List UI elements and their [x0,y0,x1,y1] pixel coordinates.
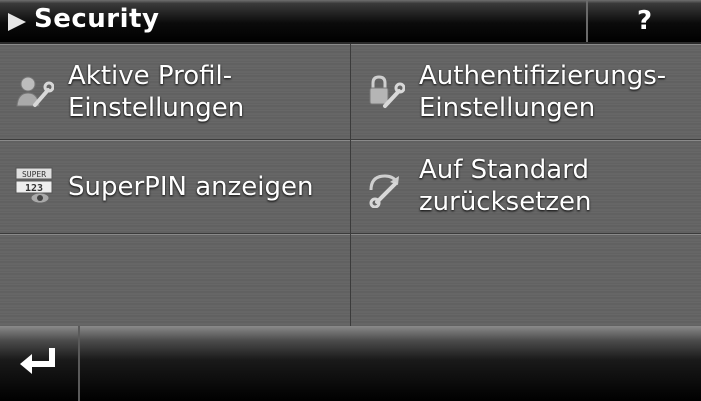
page-title: Security [34,4,160,34]
return-arrow-icon [20,348,55,374]
menu-item-authentication-settings[interactable]: Authentifizierungs- Einstellungen [351,44,701,140]
empty-cell [351,234,701,326]
reset-wrench-icon [365,168,405,209]
menu-item-reset-to-default[interactable]: Auf Standard zurücksetzen [351,140,701,234]
menu-item-label: SuperPIN anzeigen [68,172,314,202]
empty-cell [0,234,351,326]
title-bar: Security ? [0,0,701,44]
profile-wrench-icon [14,72,55,112]
title-arrow-icon [8,13,26,31]
bottom-bar [0,326,701,401]
back-button[interactable] [0,326,80,401]
menu-grid: Aktive Profil- Einstellungen Authentifiz… [0,44,701,326]
menu-item-label: Auf Standard zurücksetzen [419,155,592,217]
menu-item-show-superpin[interactable]: SUPER 123 SuperPIN anzeigen [0,140,351,234]
security-screen: Security ? Aktive Profil- Einstellungen [0,0,701,401]
menu-item-label: Aktive Profil- Einstellungen [68,61,245,123]
svg-text:SUPER: SUPER [22,170,46,179]
menu-item-label: Authentifizierungs- Einstellungen [419,61,667,123]
svg-text:123: 123 [25,183,43,194]
menu-item-active-profile-settings[interactable]: Aktive Profil- Einstellungen [0,44,351,140]
lock-wrench-icon [365,72,406,112]
help-button[interactable]: ? [586,0,701,42]
superpin-icon: SUPER 123 [14,164,54,204]
